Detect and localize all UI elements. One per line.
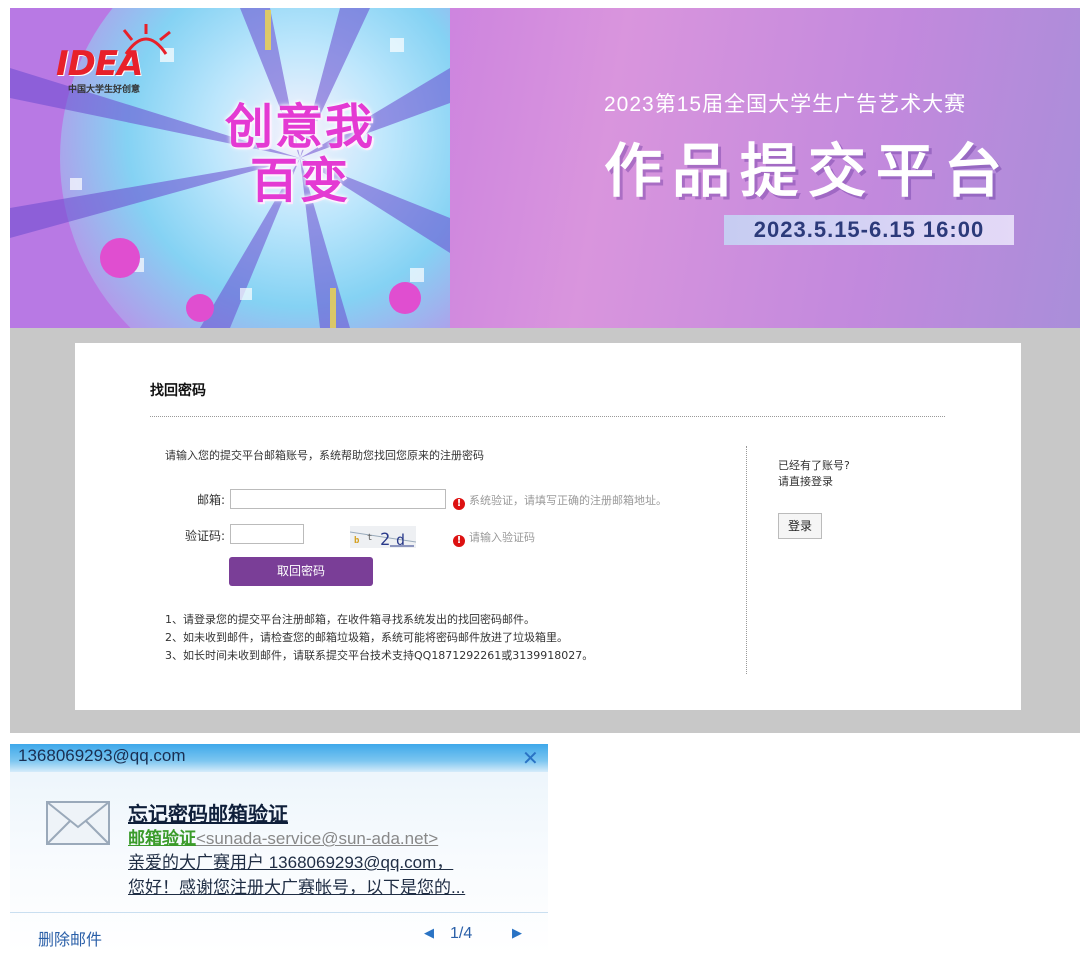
reset-intro-text: 请输入您的提交平台邮箱账号，系统帮助您找回您原来的注册密码 (165, 449, 484, 462)
svg-text:d: d (396, 531, 405, 548)
login-button[interactable]: 登录 (778, 513, 822, 539)
captcha-label: 验证码: (184, 529, 225, 543)
captcha-hint: ! 请输入验证码 (453, 529, 535, 547)
sender-name: 邮箱验证 (128, 829, 196, 848)
email-hint-text: 系统验证，请填写正确的注册邮箱地址。 (469, 494, 667, 507)
email-input[interactable] (230, 489, 446, 509)
captcha-input[interactable] (230, 524, 304, 544)
svg-text:t: t (367, 533, 372, 543)
captcha-image[interactable]: b t 2 d (350, 526, 416, 548)
page-title: 找回密码 (150, 383, 206, 399)
platform-title: 作品提交平台 (604, 137, 1013, 205)
close-icon[interactable]: ✕ (522, 746, 539, 770)
contest-title: 2023第15届全国大学生广告艺术大赛 (604, 93, 967, 116)
reset-notes: 1、请登录您的提交平台注册邮箱，在收件箱寻找系统发出的找回密码邮件。 2、如未收… (165, 611, 593, 665)
envelope-icon (46, 801, 110, 845)
login-question: 已经有了账号? (778, 459, 850, 472)
preview-line: 您好！感谢您注册大广赛帐号，以下是您的... (128, 878, 466, 897)
svg-text:b: b (354, 536, 360, 546)
logo-subtitle: 中国大学生好创意 (68, 85, 141, 95)
error-icon: ! (453, 535, 465, 547)
mail-sender[interactable]: 邮箱验证<sunada-service@sun-ada.net> (128, 824, 438, 849)
mail-subject[interactable]: 忘记密码邮箱验证 (128, 798, 288, 827)
submission-date-range: 2023.5.15-6.15 16:00 (724, 215, 1014, 245)
error-icon: ! (453, 498, 465, 510)
triangle-left-icon[interactable]: ◀ (424, 926, 434, 941)
popup-account: 1368069293@qq.com (18, 746, 186, 765)
login-hint: 请直接登录 (778, 475, 833, 488)
column-divider (746, 446, 747, 674)
retrieve-password-button[interactable]: 取回密码 (229, 557, 373, 586)
sender-address: <sunada-service@sun-ada.net> (196, 829, 439, 848)
logo-rays-graphic (122, 24, 171, 55)
triangle-right-icon[interactable]: ▶ (512, 926, 522, 941)
note-item: 2、如未收到邮件，请检查您的邮箱垃圾箱，系统可能将密码邮件放进了垃圾箱里。 (165, 631, 568, 644)
pager-indicator: 1/4 (450, 925, 473, 942)
email-notification-popup: 1368069293@qq.com ✕ 忘记密码邮箱验证 邮箱验证<sunada… (10, 744, 548, 954)
preview-line: 亲爱的大广赛用户 1368069293@qq.com， (128, 853, 454, 872)
svg-text:2: 2 (380, 530, 390, 548)
note-item: 3、如长时间未收到邮件，请联系提交平台技术支持QQ1871292261或3139… (165, 649, 594, 662)
delete-mail-link[interactable]: 删除邮件 (38, 926, 102, 950)
mail-preview[interactable]: 亲爱的大广赛用户 1368069293@qq.com， 您好！感谢您注册大广赛帐… (128, 850, 465, 900)
title-divider (150, 416, 945, 417)
popup-divider (10, 912, 548, 913)
slogan-line-2: 百变 (249, 153, 350, 209)
captcha-hint-text: 请输入验证码 (469, 531, 535, 544)
password-reset-panel: 找回密码 请输入您的提交平台邮箱账号，系统帮助您找回您原来的注册密码 邮箱: !… (75, 343, 1021, 710)
slogan-line-1: 创意我 (224, 99, 375, 155)
event-banner: IDEA 中国大学生好创意 创意我 百变 2023第15届全国大学生广告艺术大赛… (10, 8, 1080, 328)
login-prompt: 已经有了账号? 请直接登录 (778, 458, 850, 490)
note-item: 1、请登录您的提交平台注册邮箱，在收件箱寻找系统发出的找回密码邮件。 (165, 613, 535, 626)
email-hint: ! 系统验证，请填写正确的注册邮箱地址。 (453, 492, 667, 510)
slogan: 创意我 百变 (215, 100, 385, 208)
idea-logo: IDEA 中国大学生好创意 (56, 24, 171, 95)
email-label: 邮箱: (196, 493, 225, 507)
